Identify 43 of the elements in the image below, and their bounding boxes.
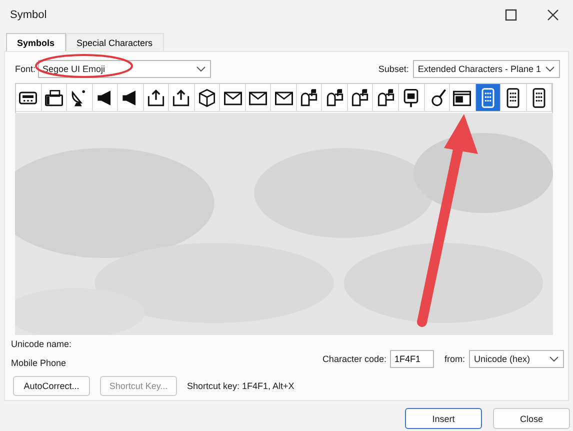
chevron-icon	[549, 356, 559, 362]
from-dropdown[interactable]: Unicode (hex)	[469, 350, 564, 368]
symbol-cell[interactable]	[16, 84, 42, 112]
tab[interactable]: Special Characters	[66, 33, 164, 51]
font-dropdown[interactable]: Segoe UI Emoji	[38, 60, 212, 78]
autocorrect-button[interactable]: AutoCorrect...	[13, 376, 90, 396]
symbol-cell[interactable]	[118, 84, 144, 112]
character-code-label: Character code:	[322, 354, 386, 364]
symbol-cell[interactable]	[194, 84, 220, 112]
subset-label: Subset:	[378, 64, 409, 74]
font-label: Font:	[15, 64, 36, 74]
symbol-cell[interactable]	[169, 84, 195, 112]
window-title: Symbol	[10, 9, 47, 21]
symbol-cell[interactable]	[450, 84, 476, 112]
from-label: from:	[444, 354, 465, 364]
close-button[interactable]: Close	[493, 408, 570, 429]
unicode-name-value: Mobile Phone	[11, 358, 68, 368]
unicode-name-label: Unicode name:	[11, 339, 72, 349]
symbol-cell[interactable]	[526, 84, 552, 112]
symbol-cell[interactable]	[271, 84, 297, 112]
symbol-cell[interactable]	[42, 84, 68, 112]
character-code-field[interactable]: 1F4F1	[390, 350, 434, 368]
symbol-cell[interactable]	[476, 84, 502, 112]
subset-dropdown[interactable]: Extended Characters - Plane 1	[412, 60, 560, 78]
symbol-cell[interactable]	[220, 84, 246, 112]
symbol-cell[interactable]	[144, 84, 170, 112]
shortcut-key-text: Shortcut key: 1F4F1, Alt+X	[187, 381, 294, 391]
symbol-cell[interactable]	[348, 84, 374, 112]
symbol-cell[interactable]	[296, 84, 322, 112]
chevron-icon	[545, 66, 555, 72]
symbol-cell[interactable]	[246, 84, 272, 112]
symbol-cell[interactable]	[322, 84, 348, 112]
symbol-cell[interactable]	[501, 84, 527, 112]
symbol-cell[interactable]	[398, 84, 424, 112]
close-icon[interactable]	[547, 9, 559, 21]
maximize-icon[interactable]	[505, 9, 517, 21]
symbol-cell[interactable]	[67, 84, 93, 112]
symbol-cell[interactable]	[373, 84, 399, 112]
tab[interactable]: Symbols	[6, 33, 66, 51]
symbol-cell[interactable]	[424, 84, 450, 112]
insert-button[interactable]: Insert	[405, 408, 482, 429]
symbol-cell[interactable]	[92, 84, 118, 112]
chevron-icon	[196, 66, 206, 72]
